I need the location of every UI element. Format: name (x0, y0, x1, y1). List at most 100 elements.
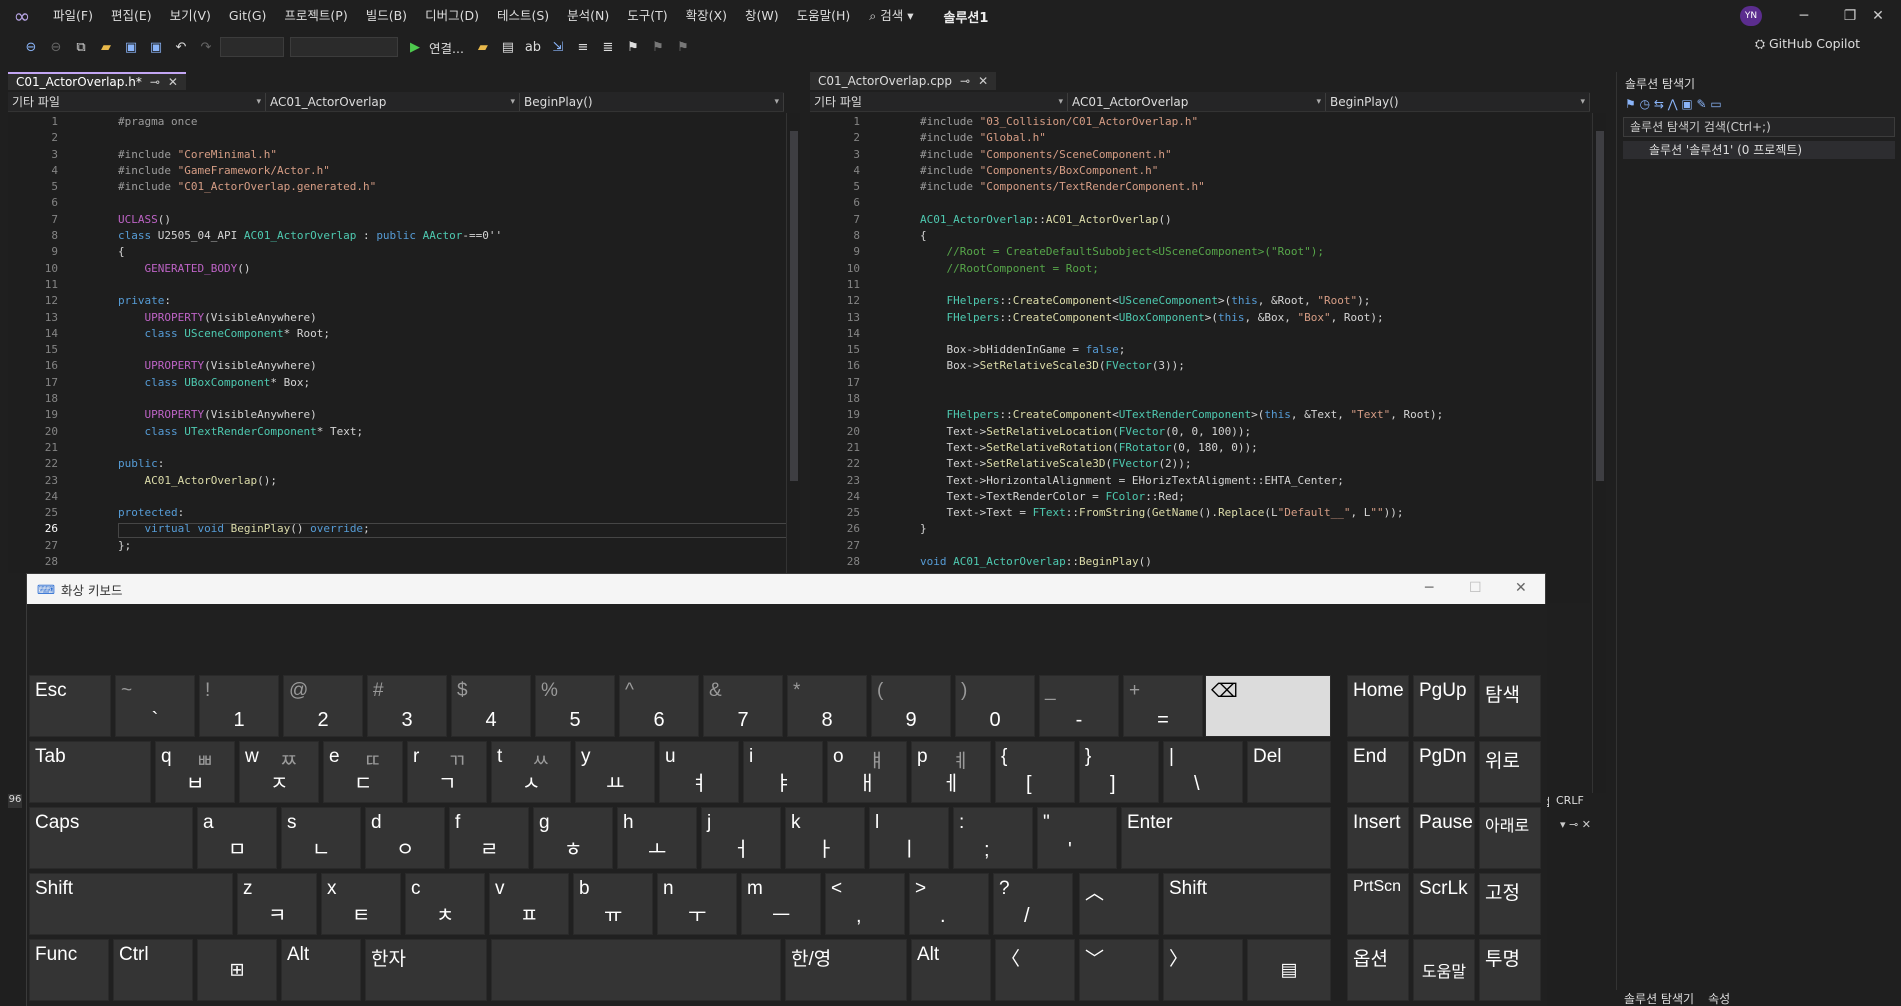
close-window-icon[interactable]: ✕ (1855, 0, 1901, 32)
spellcheck-icon[interactable]: ab (522, 36, 544, 58)
key-shift-right[interactable]: Shift (1163, 873, 1331, 935)
config-select[interactable] (220, 37, 284, 57)
key-number[interactable]: ! 1 (199, 675, 279, 737)
key-letter[interactable]: :; (953, 807, 1033, 869)
key-options[interactable]: 옵션 (1347, 939, 1409, 1001)
key-letter[interactable]: zㅋ (237, 873, 317, 935)
key-arrow-right[interactable]: 〉 (1163, 939, 1243, 1001)
bookmark-next-icon[interactable]: ⚑ (672, 36, 694, 58)
folder-icon[interactable]: ▰ (472, 36, 494, 58)
key-letter[interactable]: dㅇ (365, 807, 445, 869)
key-down[interactable]: 아래로 (1479, 807, 1541, 869)
menu-item[interactable]: 도구(T) (618, 0, 676, 32)
key-fade[interactable]: 투명 (1479, 939, 1541, 1001)
key-windows[interactable]: ⊞ (197, 939, 277, 1001)
key-arrow-up[interactable]: ︿ (1079, 873, 1159, 935)
key-letter[interactable]: bㅠ (573, 873, 653, 935)
right-code-editor[interactable]: 1 2 3 4 5 6 7 8 9 10 11 12 13 14 15 16 17 18 19 20 21 22 23 24 2… (810, 113, 1590, 603)
menu-item[interactable]: 프로젝트(P) (275, 0, 356, 32)
key-up[interactable]: 위로 (1479, 741, 1541, 803)
menu-item[interactable]: 파일(F) (44, 0, 102, 32)
key-number[interactable]: * 8 (787, 675, 867, 737)
key-fix[interactable]: 고정 (1479, 873, 1541, 935)
tab-source-file[interactable]: C01_ActorOverlap.cpp ⊸ ✕ (810, 72, 997, 90)
key-letter[interactable]: ? / (993, 873, 1073, 935)
key-backspace[interactable]: ⌫ (1205, 675, 1331, 737)
comment-icon[interactable]: ≡ (572, 36, 594, 58)
tab-properties[interactable]: 속성 (1702, 990, 1736, 1006)
key-home[interactable]: Home (1347, 675, 1409, 737)
menu-item[interactable]: 창(W) (736, 0, 788, 32)
key-space[interactable] (491, 939, 781, 1001)
nav-class[interactable]: AC01_ActorOverlap ▾ (266, 92, 520, 111)
menu-item[interactable]: 분석(N) (558, 0, 618, 32)
key-letter[interactable]: rㄲㄱ (407, 741, 487, 803)
key-del[interactable]: Del (1247, 741, 1331, 803)
key-prtscn[interactable]: PrtScn (1347, 873, 1409, 935)
close-tab-icon[interactable]: ✕ (168, 75, 178, 89)
layout-icon[interactable]: ▤ (497, 36, 519, 58)
key-insert[interactable]: Insert (1347, 807, 1409, 869)
left-scroll-thumb[interactable] (790, 131, 798, 481)
right-scroll-thumb[interactable] (1596, 131, 1604, 481)
nav-project[interactable]: 기타 파일 ▾ (8, 92, 266, 111)
tab-header-file[interactable]: C01_ActorOverlap.h* ⊸ ✕ (8, 72, 186, 90)
menu-item[interactable]: 도움말(H) (788, 0, 860, 32)
osk-minimize-icon[interactable]: ─ (1425, 580, 1433, 596)
key-letter[interactable]: | \ (1163, 741, 1243, 803)
nav-member[interactable]: BeginPlay() ▾ (1326, 92, 1590, 111)
menu-item[interactable]: 디버그(D) (416, 0, 488, 32)
key-func[interactable]: Func (29, 939, 109, 1001)
key-number[interactable]: ^ 6 (619, 675, 699, 737)
key-letter[interactable]: fㄹ (449, 807, 529, 869)
key-letter[interactable]: gㅎ (533, 807, 613, 869)
key-letter[interactable]: sㄴ (281, 807, 361, 869)
uncomment-icon[interactable]: ≣ (597, 36, 619, 58)
key-alt-right[interactable]: Alt (911, 939, 991, 1001)
key-arrow-down[interactable]: ﹀ (1079, 939, 1159, 1001)
pin-icon[interactable]: ⊸ (960, 74, 970, 88)
left-code-editor[interactable]: 1 2 3 4 5 6 7 8 9 10 11 12 13 14 15 16 17 18 19 20 21 22 23 24 2… (8, 113, 786, 573)
run-icon[interactable]: ▶ (404, 36, 426, 58)
key-arrow-left[interactable]: 〈 (995, 939, 1075, 1001)
bookmark-icon[interactable]: ⚑ (622, 36, 644, 58)
key-letter[interactable]: lㅣ (869, 807, 949, 869)
key-pgdn[interactable]: PgDn (1413, 741, 1475, 803)
nav-member[interactable]: BeginPlay() ▾ (520, 92, 784, 111)
key-caps[interactable]: Caps (29, 807, 193, 869)
key-letter[interactable]: mㅡ (741, 873, 821, 935)
bookmark-prev-icon[interactable]: ⚑ (647, 36, 669, 58)
menu-item[interactable]: 확장(X) (677, 0, 736, 32)
key-letter[interactable]: yㅛ (575, 741, 655, 803)
panel-pin-icon[interactable]: ▾ ⊸ ✕ (1560, 818, 1591, 831)
line-ending[interactable]: CRLF (1556, 794, 1584, 807)
key-number[interactable]: + = (1123, 675, 1203, 737)
key-pgup[interactable]: PgUp (1413, 675, 1475, 737)
key-ctrl[interactable]: Ctrl (113, 939, 193, 1001)
key-shift-left[interactable]: Shift (29, 873, 233, 935)
visual-studio-logo-icon[interactable]: ∞ (0, 0, 44, 32)
solution-search-input[interactable]: 솔루션 탐색기 검색(Ctrl+;) (1623, 117, 1895, 137)
key-nav[interactable]: 탐색 (1479, 675, 1541, 737)
forward-icon[interactable]: ⊖ (45, 36, 67, 58)
key-letter[interactable]: tㅆㅅ (491, 741, 571, 803)
search-button[interactable]: ⌕ 검색 ▾ (859, 0, 923, 32)
key-alt-left[interactable]: Alt (281, 939, 361, 1001)
key-number[interactable]: #3 (367, 675, 447, 737)
left-scrollbar[interactable] (786, 113, 800, 573)
key-number[interactable]: _ - (1039, 675, 1119, 737)
minimize-icon[interactable]: ─ (1781, 0, 1827, 32)
key-letter[interactable]: aㅁ (197, 807, 277, 869)
menu-item[interactable]: 테스트(S) (488, 0, 558, 32)
key-letter[interactable]: " ' (1037, 807, 1117, 869)
user-avatar[interactable]: YN (1740, 6, 1762, 26)
key-number[interactable]: @2 (283, 675, 363, 737)
key-letter[interactable]: >. (909, 873, 989, 935)
key-scrlk[interactable]: ScrLk (1413, 873, 1475, 935)
key-menu[interactable]: ▤ (1247, 939, 1331, 1001)
copilot-button[interactable]: ⛭ GitHub Copilot (1755, 36, 1860, 52)
key-hanyoung[interactable]: 한/영 (785, 939, 907, 1001)
nav-project[interactable]: 기타 파일 ▾ (810, 92, 1068, 111)
pin-icon[interactable]: ⊸ (150, 75, 160, 89)
solution-explorer-toolbar[interactable]: ⚑ ◷ ⇆ ⋀ ▣ ✎ ▭ (1617, 95, 1901, 113)
